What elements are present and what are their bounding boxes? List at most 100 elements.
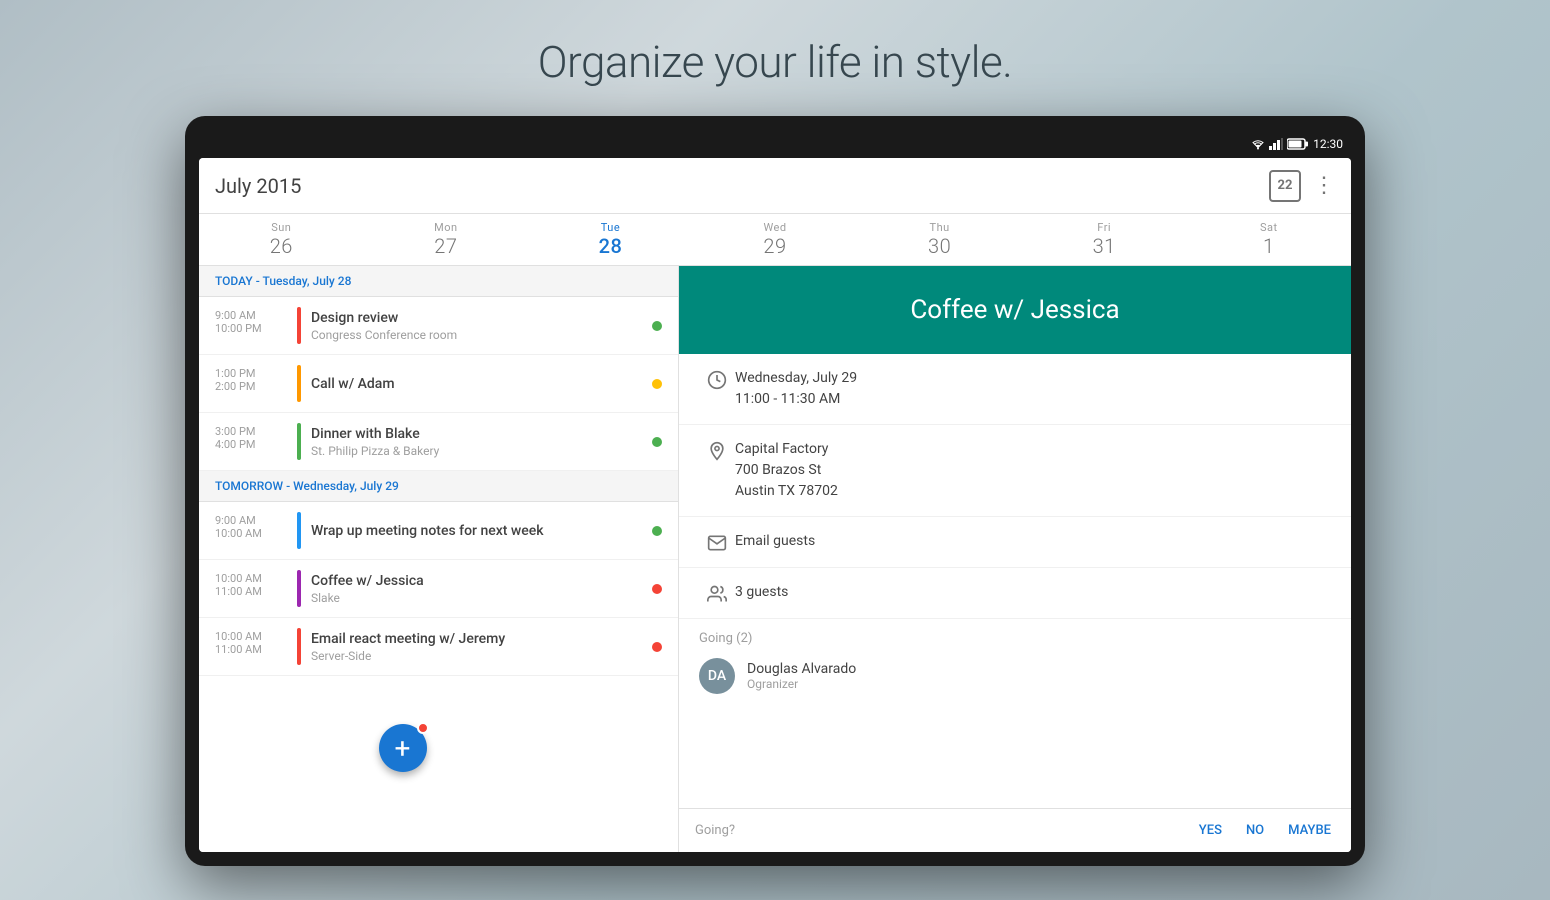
detail-guests-row: 3 guests: [679, 568, 1351, 619]
event-info: Coffee w/ Jessica Slake: [311, 570, 644, 607]
day-header-row: Sun 26 Mon 27 Tue 28 Wed 29 Thu 30 Fri 3…: [199, 214, 1351, 266]
event-time: 9:00 AM 10:00 AM: [215, 512, 287, 549]
event-item[interactable]: 10:00 AM 11:00 AM Coffee w/ Jessica Slak…: [199, 560, 678, 618]
event-bar: [297, 570, 301, 607]
day-num: 27: [434, 234, 457, 258]
detail-datetime-row: Wednesday, July 29 11:00 - 11:30 AM: [679, 354, 1351, 425]
signal-icon: [1269, 138, 1283, 150]
detail-guests-count: 3 guests: [735, 582, 1331, 603]
yes-button[interactable]: YES: [1195, 819, 1226, 842]
day-col-28[interactable]: Tue 28: [528, 214, 693, 265]
attendee-row: DA Douglas Alvarado Ogranizer: [699, 654, 1331, 698]
event-info: Wrap up meeting notes for next week: [311, 512, 644, 549]
detail-email-label: Email guests: [735, 531, 1331, 552]
no-button[interactable]: NO: [1242, 819, 1268, 842]
day-label: Sat: [1260, 221, 1278, 234]
event-name: Wrap up meeting notes for next week: [311, 523, 644, 539]
calendar-today-button[interactable]: 22: [1269, 170, 1301, 202]
event-sub: St. Philip Pizza & Bakery: [311, 444, 644, 458]
fab-container: +: [199, 676, 678, 748]
detail-guests-text: 3 guests: [735, 582, 1331, 603]
event-time: 10:00 AM 11:00 AM: [215, 570, 287, 607]
detail-datetime-text: Wednesday, July 29 11:00 - 11:30 AM: [735, 368, 1331, 410]
day-label: Wed: [763, 221, 786, 234]
detail-location-name: Capital Factory: [735, 439, 1331, 460]
top-bar-icons: 22 ⋮: [1269, 170, 1335, 202]
event-info: Dinner with Blake St. Philip Pizza & Bak…: [311, 423, 644, 460]
event-item[interactable]: 1:00 PM 2:00 PM Call w/ Adam: [199, 355, 678, 413]
day-col-26[interactable]: Sun 26: [199, 214, 364, 265]
top-bar: July 2015 22 ⋮: [199, 158, 1351, 214]
detail-email-row[interactable]: Email guests: [679, 517, 1351, 568]
detail-footer: Going? YES NO MAYBE: [679, 808, 1351, 852]
event-name: Dinner with Blake: [311, 426, 644, 442]
response-buttons: YES NO MAYBE: [1195, 819, 1335, 842]
day-num: 26: [270, 234, 293, 258]
detail-location-text: Capital Factory 700 Brazos St Austin TX …: [735, 439, 1331, 502]
detail-email-text: Email guests: [735, 531, 1331, 552]
event-bar: [297, 423, 301, 460]
event-name: Call w/ Adam: [311, 376, 644, 392]
calendar-app: July 2015 22 ⋮ Sun 26 Mon 27 Tue 28 Wed …: [199, 158, 1351, 852]
detail-location-street: 700 Brazos St: [735, 460, 1331, 481]
attendee-name: Douglas Alvarado: [747, 661, 856, 677]
location-icon: [699, 439, 735, 461]
day-num: 1: [1263, 234, 1275, 258]
event-name: Coffee w/ Jessica: [311, 573, 644, 589]
event-name: Design review: [311, 310, 644, 326]
event-status-dot: [652, 642, 662, 652]
going-count-label: Going (2): [699, 631, 1331, 646]
month-title: July 2015: [215, 174, 1269, 198]
day-label: Fri: [1097, 221, 1111, 234]
day-label: Tue: [601, 221, 620, 234]
fab-notification-dot: [417, 722, 429, 734]
event-name: Email react meeting w/ Jeremy: [311, 631, 644, 647]
detail-date: Wednesday, July 29: [735, 368, 1331, 389]
event-sub: Server-Side: [311, 649, 644, 663]
clock-icon: [699, 368, 735, 390]
day-col-30[interactable]: Thu 30: [857, 214, 1022, 265]
clock: 12:30: [1313, 137, 1343, 151]
tagline: Organize your life in style.: [538, 36, 1013, 88]
attendee-info: Douglas Alvarado Ogranizer: [747, 661, 856, 691]
event-item[interactable]: 9:00 AM 10:00 AM Wrap up meeting notes f…: [199, 502, 678, 560]
event-bar: [297, 512, 301, 549]
event-info: Call w/ Adam: [311, 365, 644, 402]
going-section: Going (2) DA Douglas Alvarado Ogranizer: [679, 619, 1351, 710]
day-col-27[interactable]: Mon 27: [364, 214, 529, 265]
event-item[interactable]: 9:00 AM 10:00 PM Design review Congress …: [199, 297, 678, 355]
event-time: 10:00 AM 11:00 AM: [215, 628, 287, 665]
event-status-dot: [652, 379, 662, 389]
event-sub: Slake: [311, 591, 644, 605]
day-num: 28: [599, 234, 623, 258]
detail-location-row: Capital Factory 700 Brazos St Austin TX …: [679, 425, 1351, 517]
status-bar: 12:30: [199, 130, 1351, 158]
tablet-frame: 12:30 July 2015 22 ⋮ Sun 26 Mon 27 Tue 2…: [185, 116, 1365, 866]
detail-location-city: Austin TX 78702: [735, 481, 1331, 502]
detail-time: 11:00 - 11:30 AM: [735, 389, 1331, 410]
event-time: 3:00 PM 4:00 PM: [215, 423, 287, 460]
maybe-button[interactable]: MAYBE: [1284, 819, 1335, 842]
add-event-fab[interactable]: +: [379, 724, 427, 772]
event-item[interactable]: 3:00 PM 4:00 PM Dinner with Blake St. Ph…: [199, 413, 678, 471]
status-icons: 12:30: [1251, 137, 1343, 151]
event-item[interactable]: 10:00 AM 11:00 AM Email react meeting w/…: [199, 618, 678, 676]
detail-body: Wednesday, July 29 11:00 - 11:30 AM: [679, 354, 1351, 808]
day-num: 30: [928, 234, 951, 258]
event-status-dot: [652, 584, 662, 594]
event-detail-panel: Coffee w/ Jessica: [679, 266, 1351, 852]
email-icon: [699, 531, 735, 553]
event-list-panel[interactable]: TODAY - Tuesday, July 28 9:00 AM 10:00 P…: [199, 266, 679, 852]
event-bar: [297, 307, 301, 344]
more-options-icon[interactable]: ⋮: [1313, 173, 1335, 198]
day-label: Thu: [930, 221, 950, 234]
day-col-31[interactable]: Fri 31: [1022, 214, 1187, 265]
day-label: Mon: [434, 221, 457, 234]
attendee-avatar: DA: [699, 658, 735, 694]
day-col-1[interactable]: Sat 1: [1186, 214, 1351, 265]
event-sub: Congress Conference room: [311, 328, 644, 342]
tomorrow-section-header: TOMORROW - Wednesday, July 29: [199, 471, 678, 502]
event-status-dot: [652, 321, 662, 331]
day-col-29[interactable]: Wed 29: [693, 214, 858, 265]
event-info: Design review Congress Conference room: [311, 307, 644, 344]
